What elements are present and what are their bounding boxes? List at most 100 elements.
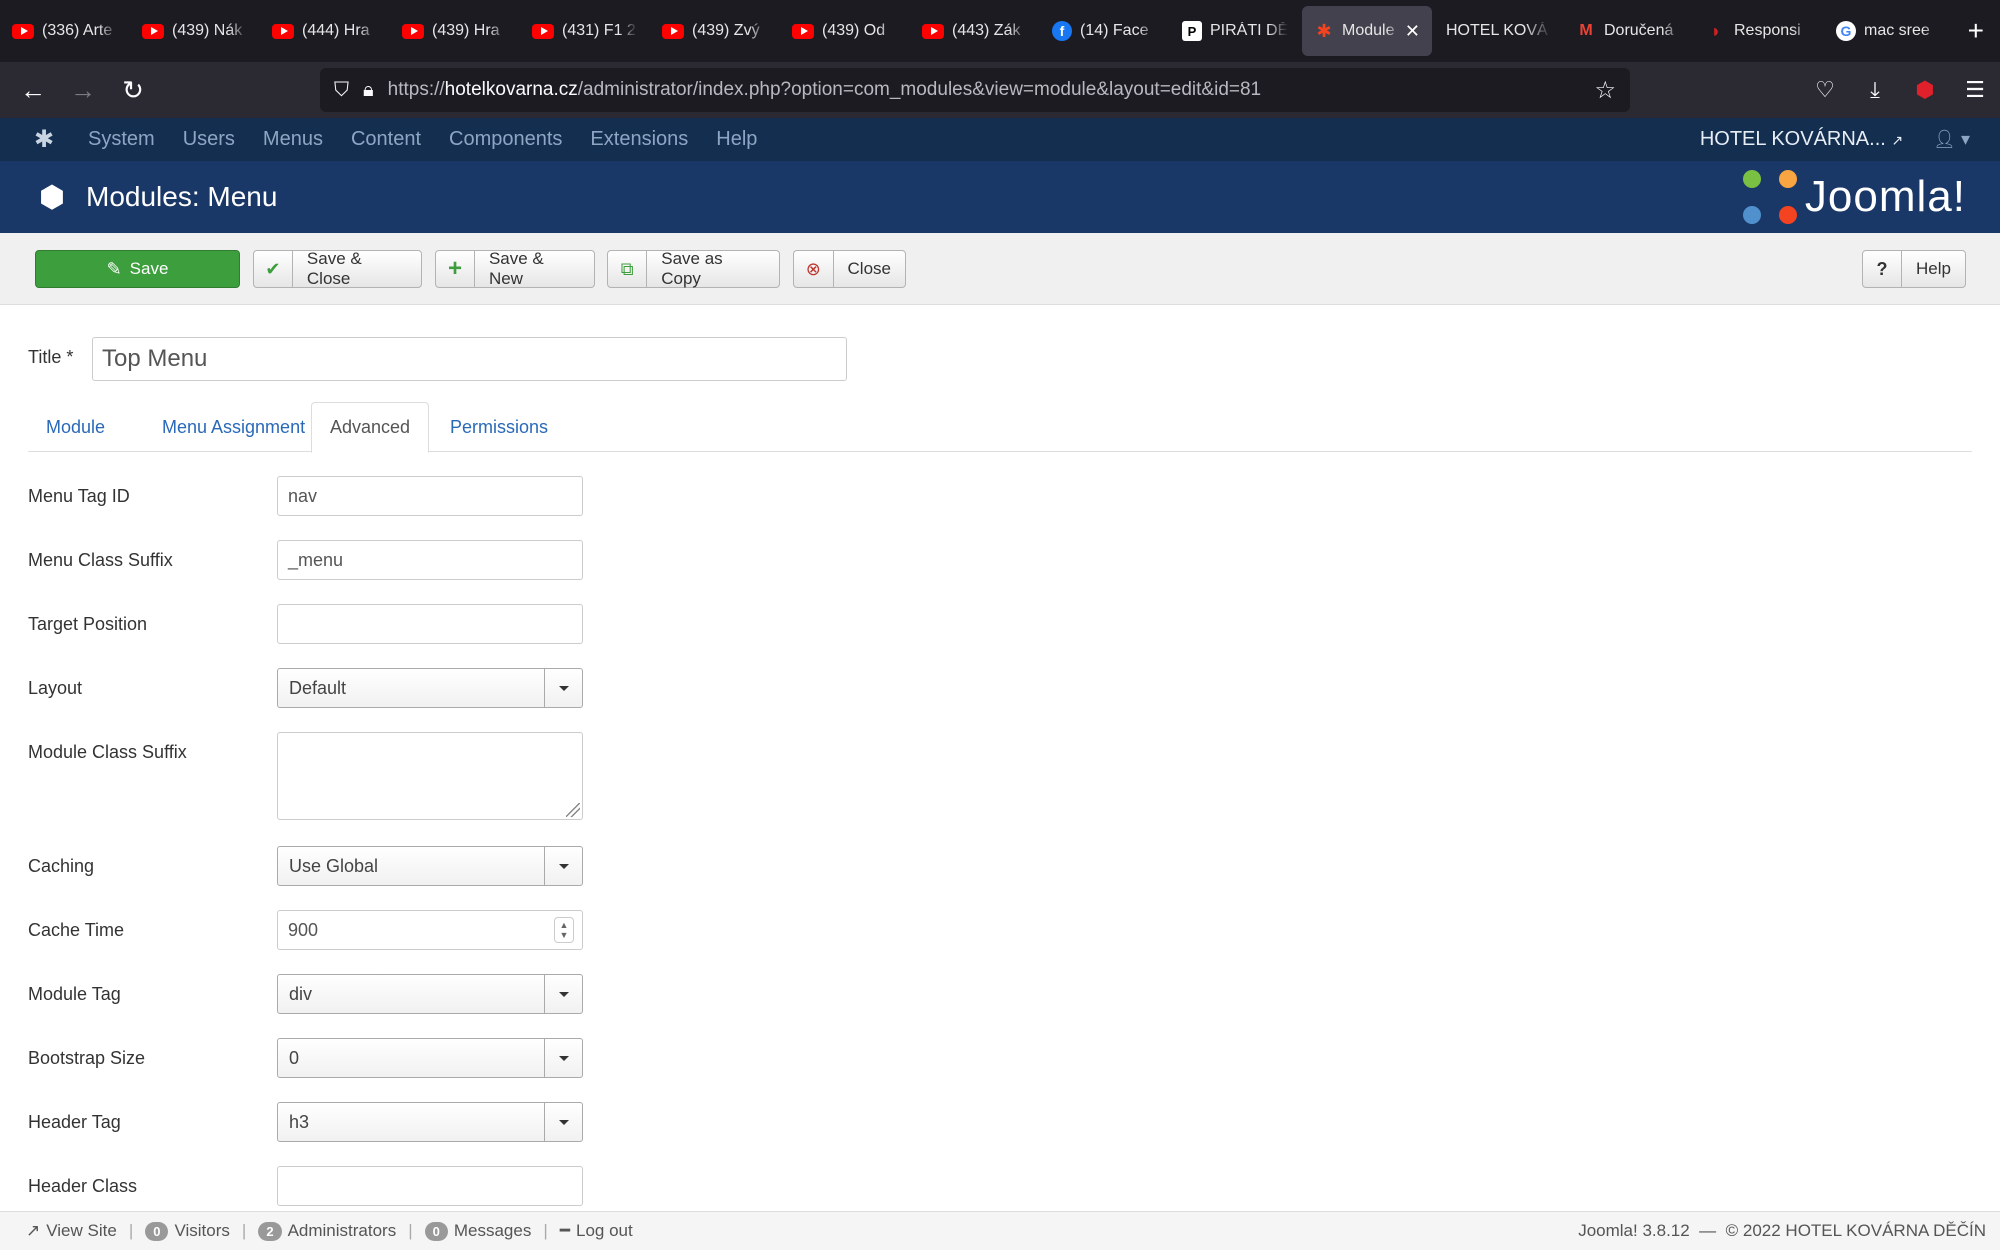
pocket-icon[interactable]: ♡ — [1800, 65, 1850, 115]
save-close-button[interactable]: ✔ Save & Close — [253, 249, 422, 288]
plus-icon: + — [436, 251, 475, 287]
page-title: Modules: Menu — [86, 181, 278, 212]
browser-tab[interactable]: P PIRÁTI DĚ — [1170, 6, 1300, 56]
url-path: /administrator/index.php?option=com_modu… — [577, 79, 1262, 100]
chevron-down-icon[interactable] — [544, 669, 582, 707]
tab-module[interactable]: Module — [28, 402, 123, 453]
browser-tab[interactable]: M Doručená — [1564, 6, 1694, 56]
menu-users[interactable]: Users — [169, 128, 249, 151]
user-icon[interactable]: 👤︎ ▾ — [1933, 129, 2000, 150]
menu-tag-id-input[interactable]: nav — [277, 476, 583, 516]
resize-grip-icon[interactable] — [566, 803, 580, 817]
save-button[interactable]: ✎ Save — [35, 250, 240, 288]
close-button[interactable]: ⊗ Close — [793, 250, 906, 288]
download-icon[interactable]: ⤓ — [1850, 65, 1900, 115]
menu-class-suffix-input[interactable]: _menu — [277, 540, 583, 580]
administrators-link[interactable]: 2 Administrators — [246, 1221, 408, 1241]
facebook-icon: f — [1052, 21, 1072, 41]
browser-tab[interactable]: (444) Hra — [260, 6, 390, 56]
caching-select[interactable]: Use Global — [277, 846, 583, 886]
browser-tab[interactable]: (431) F1 2 — [520, 6, 650, 56]
save-new-button[interactable]: + Save & New — [435, 249, 595, 288]
cube-icon: ⬢ — [38, 180, 66, 214]
layout-select[interactable]: Default — [277, 668, 583, 708]
chevron-down-icon[interactable] — [544, 975, 582, 1013]
youtube-icon — [272, 23, 294, 39]
form-tabs: Module Menu Assignment Advanced Permissi… — [28, 402, 1972, 453]
menu-extensions[interactable]: Extensions — [576, 128, 702, 151]
chevron-down-icon[interactable] — [544, 1039, 582, 1077]
bootstrap-size-select[interactable]: 0 — [277, 1038, 583, 1078]
field-menu-class-suffix: Menu Class Suffix _menu — [28, 540, 588, 580]
browser-tab-active[interactable]: ✱ Module ✕ — [1302, 6, 1432, 56]
close-icon[interactable]: ✕ — [1405, 21, 1420, 42]
back-icon[interactable]: ← — [8, 65, 58, 115]
field-bootstrap-size: Bootstrap Size 0 — [28, 1038, 588, 1078]
external-link-icon: ↗ — [26, 1221, 41, 1240]
browser-tab[interactable]: (439) Zvý — [650, 6, 780, 56]
youtube-icon — [792, 23, 814, 39]
forward-icon[interactable]: → — [58, 65, 108, 115]
browser-tab[interactable]: Gmac sree — [1824, 6, 1954, 56]
number-spinner-icon[interactable]: ▲ ▼ — [554, 917, 574, 943]
view-site-link[interactable]: ↗ View Site — [14, 1221, 129, 1241]
menu-system[interactable]: System — [74, 128, 169, 151]
browser-tab[interactable]: (443) Zák — [910, 6, 1040, 56]
status-bar: ↗ View Site | 0 Visitors | 2 Administrators… — [0, 1211, 2000, 1250]
messages-link[interactable]: 0 Messages — [413, 1221, 544, 1241]
reload-icon[interactable]: ↻ — [108, 65, 158, 115]
address-bar[interactable]: ⛉ 🔒︎ https://hotelkovarna.cz/administrat… — [320, 68, 1630, 112]
browser-tab[interactable]: (336) Arte — [0, 6, 130, 56]
visitors-link[interactable]: 0 Visitors — [133, 1221, 242, 1241]
site-link[interactable]: HOTEL KOVÁRNA... ↗ — [1700, 128, 1933, 151]
joomla-logo-icon[interactable]: ✱ — [14, 125, 74, 154]
new-tab-icon[interactable]: + — [1968, 15, 1984, 47]
action-toolbar: ✎ Save ✔ Save & Close + Save & New ⧉ Save as… — [0, 233, 2000, 305]
field-layout: Layout Default — [28, 668, 588, 708]
module-class-suffix-textarea[interactable] — [277, 732, 583, 820]
header-tag-select[interactable]: h3 — [277, 1102, 583, 1142]
extension-lock-icon[interactable]: ⬢ — [1900, 65, 1950, 115]
joomla-icon: ✱ — [1316, 20, 1332, 41]
field-cache-time: Cache Time 900 ▲ ▼ — [28, 910, 588, 950]
admins-badge: 2 — [258, 1221, 282, 1241]
tab-menu-assignment[interactable]: Menu Assignment — [144, 402, 323, 453]
browser-tab[interactable]: HOTEL KOVÁ — [1434, 6, 1564, 56]
browser-tab[interactable]: ◗ Responsi — [1694, 6, 1824, 56]
shield-icon[interactable]: ⛉ — [334, 79, 349, 102]
browser-tab[interactable]: (439) Nák — [130, 6, 260, 56]
save-copy-button[interactable]: ⧉ Save as Copy — [607, 249, 780, 288]
title-input[interactable]: Top Menu — [92, 337, 847, 381]
url-prefix: https:// — [387, 79, 445, 100]
chevron-down-icon[interactable] — [544, 847, 582, 885]
edit-icon: ✎ — [106, 258, 122, 279]
browser-nav-bar: ← → ↻ ⛉ 🔒︎ https://hotelkovarna.cz/admin… — [0, 62, 2000, 118]
page-header: ⬢ Modules: Menu Joomla! — [0, 161, 2000, 233]
menu-help[interactable]: Help — [702, 128, 771, 151]
cache-time-input[interactable]: 900 ▲ ▼ — [277, 910, 583, 950]
header-class-input[interactable] — [277, 1166, 583, 1206]
chevron-down-icon[interactable] — [544, 1103, 582, 1141]
footer-version: Joomla! 3.8.12 — © 2022 HOTEL KOVÁRNA DĚ… — [1578, 1221, 1986, 1240]
help-button[interactable]: ? Help — [1862, 250, 1966, 288]
browser-tab[interactable]: (439) Hra — [390, 6, 520, 56]
gmail-icon: M — [1579, 22, 1593, 39]
check-icon: ✔ — [254, 251, 293, 287]
title-label: Title * — [28, 347, 74, 367]
tab-advanced[interactable]: Advanced — [311, 402, 430, 453]
module-tag-select[interactable]: div — [277, 974, 583, 1014]
bookmark-star-icon[interactable]: ☆ — [1594, 76, 1616, 105]
youtube-icon — [12, 23, 34, 39]
tab-permissions[interactable]: Permissions — [432, 402, 566, 453]
url-host: hotelkovarna.cz — [444, 79, 578, 100]
menu-menus[interactable]: Menus — [249, 128, 337, 151]
field-header-tag: Header Tag h3 — [28, 1102, 588, 1142]
browser-tab[interactable]: f (14) Face — [1040, 6, 1170, 56]
menu-content[interactable]: Content — [337, 128, 435, 151]
lock-icon[interactable]: 🔒︎ — [363, 79, 374, 102]
target-position-input[interactable] — [277, 604, 583, 644]
logout-link[interactable]: ━ Log out — [548, 1221, 645, 1241]
menu-icon[interactable]: ☰ — [1950, 65, 2000, 115]
menu-components[interactable]: Components — [435, 128, 576, 151]
browser-tab[interactable]: (439) Od — [780, 6, 910, 56]
